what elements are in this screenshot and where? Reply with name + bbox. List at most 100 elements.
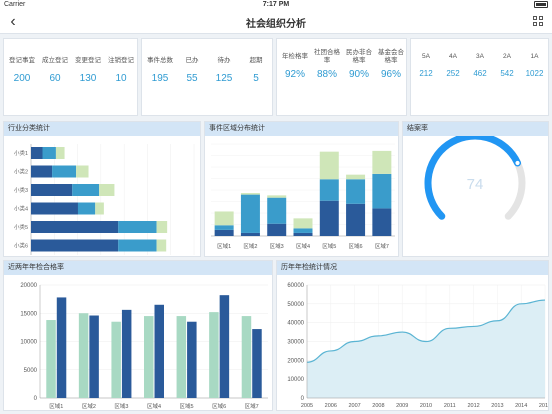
bar-segment: [293, 218, 313, 229]
y-tick-label: 0: [34, 396, 38, 402]
y-tick-label: 15000: [20, 311, 37, 317]
bar: [89, 315, 99, 398]
history-chart: 0 10000 20000 30000 40000 50000 60000 2005 2006 2…: [287, 283, 548, 409]
y-tick-label: 20000: [287, 358, 304, 364]
category-label: 小类6: [14, 242, 28, 250]
bar-segment: [372, 208, 392, 236]
stat-label: 3A: [476, 53, 484, 60]
bar-segment: [240, 193, 260, 195]
stat-value: 5: [253, 73, 259, 84]
stat-value: 10: [115, 73, 127, 84]
category-label: 小类4: [14, 205, 28, 213]
category-label: 区域7: [375, 242, 389, 250]
category-label: 区域6: [349, 242, 363, 250]
stat-label: 超期: [249, 57, 263, 64]
bar: [176, 316, 187, 398]
category-label: 区域7: [245, 402, 259, 410]
bar: [121, 309, 132, 398]
category-label: 区域1: [217, 242, 231, 250]
industry-panel: 行业分类统计 小类1 小类2 小类3 小类4 小类5 小类6: [3, 121, 201, 257]
stat-label: 民办非合格率: [346, 49, 372, 64]
panel-title: 近两年年检合格率: [4, 261, 272, 275]
bar-segment: [346, 179, 366, 204]
category-label: 区域5: [322, 242, 336, 250]
x-tick-label: 2009: [396, 403, 408, 409]
stat-label: 待办: [217, 57, 231, 64]
stat-value: 96%: [380, 69, 401, 80]
bar-segment: [267, 195, 287, 198]
two-year-chart: 0 5000 10000 15000 20000 区域1 区域2 区域3 区域4 区域5 区域6 区域…: [20, 283, 268, 410]
region-panel: 事件区域分布统计 区域1 区域2 区域3 区域4 区域5 区域6 区域7: [204, 121, 399, 257]
category-label: 小类1: [14, 149, 28, 157]
bar-segment: [240, 194, 260, 233]
bar-segment: [156, 239, 167, 252]
bar-segment: [214, 229, 234, 236]
stat-item: 基金会合格率 96%: [375, 49, 407, 80]
stat-item: 2A 542: [494, 49, 520, 78]
y-tick-label: 20000: [20, 283, 37, 289]
bar-segment: [31, 202, 78, 215]
bar-segment: [319, 179, 339, 201]
bar-segment: [31, 147, 43, 159]
stat-item: 3A 462: [467, 49, 493, 78]
panel-title: 结案率: [403, 122, 548, 136]
bar-segment: [319, 151, 339, 180]
bar-segment: [346, 203, 366, 236]
bar-segment: [293, 232, 313, 236]
stat-value: 542: [500, 69, 514, 78]
stat-label: 成立登记: [42, 57, 68, 64]
stat-value: 462: [473, 69, 487, 78]
stat-value: 125: [215, 73, 233, 84]
category-label: 区域3: [114, 402, 128, 410]
stat-value: 90%: [348, 69, 369, 80]
category-label: 区域5: [180, 402, 194, 410]
stat-value: 195: [151, 73, 169, 84]
x-tick-label: 2005: [301, 403, 313, 409]
bar-segment: [72, 184, 100, 196]
stat-item: 民办非合格率 90%: [343, 49, 375, 80]
category-label: 小类3: [14, 186, 28, 194]
stat-item: 登记事宜 200: [6, 53, 38, 84]
y-tick-label: 60000: [287, 283, 304, 289]
closure-gauge: 74: [424, 136, 526, 220]
x-tick-label: 2006: [325, 403, 337, 409]
closure-panel: 结案率 74: [402, 121, 549, 257]
stat-item: 超期 5: [240, 53, 272, 84]
bar: [241, 316, 252, 398]
bar-segment: [293, 228, 313, 233]
stat-value: 200: [13, 73, 31, 84]
bar-segment: [52, 165, 77, 178]
stat-label: 2A: [503, 53, 511, 60]
bar-segment: [267, 223, 287, 236]
stat-value: 252: [446, 69, 460, 78]
bar-segment: [31, 165, 53, 178]
bar: [78, 313, 89, 398]
stat-value: 92%: [284, 69, 305, 80]
bar-segment: [240, 232, 260, 236]
x-tick-label: 2014: [515, 403, 527, 409]
gauge-knob: [514, 159, 521, 167]
panel-title: 行业分类统计: [4, 122, 200, 136]
x-tick-label: 2013: [491, 403, 503, 409]
stat-label: 年检格率: [282, 53, 308, 60]
gauge-value: 74: [467, 176, 484, 193]
bar: [209, 312, 219, 398]
bar-segment: [156, 221, 168, 233]
bar-segment: [346, 174, 366, 180]
y-tick-label: 10000: [287, 377, 304, 383]
panel-title: 历年年检统计情况: [277, 261, 548, 275]
x-tick-label: 2007: [348, 403, 360, 409]
clock: 7:17 PM: [262, 1, 290, 8]
stat-label: 社团合格率: [314, 49, 340, 64]
bar-segment: [31, 184, 73, 196]
grid-icon[interactable]: [533, 16, 544, 27]
y-tick-label: 10000: [20, 340, 37, 346]
y-tick-label: 40000: [287, 321, 304, 327]
stat-value: 88%: [316, 69, 337, 80]
bar: [144, 316, 154, 398]
bar: [111, 321, 121, 398]
bar-segment: [372, 173, 392, 209]
x-tick-label: 2012: [467, 403, 479, 409]
page-title: 社会组织分析: [246, 19, 306, 30]
stat-value: 1022: [525, 69, 544, 78]
